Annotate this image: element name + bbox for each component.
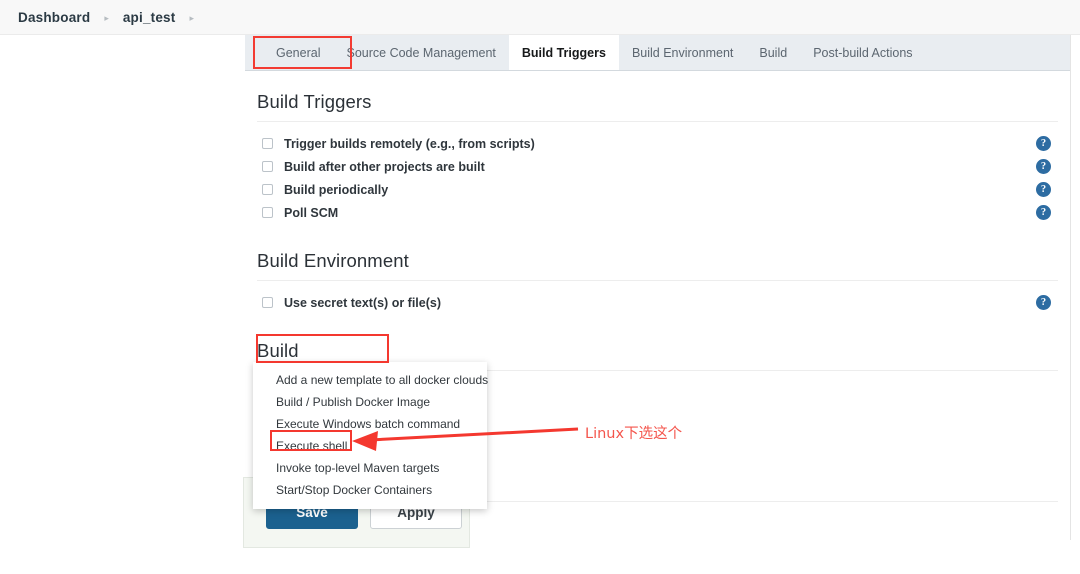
checkbox-row-use-secret-text-or-files[interactable]: Use secret text(s) or file(s) ? — [257, 291, 1058, 314]
dropdown-item-invoke-maven-targets[interactable]: Invoke top-level Maven targets — [253, 457, 487, 479]
checkbox-build-periodically[interactable] — [262, 184, 273, 195]
build-step-dropdown-menu[interactable]: Add a new template to all docker clouds … — [253, 362, 487, 509]
checkbox-trigger-builds-remotely[interactable] — [262, 138, 273, 149]
tab-build-triggers[interactable]: Build Triggers — [509, 35, 619, 70]
tab-build[interactable]: Build — [746, 35, 800, 70]
tab-build-environment[interactable]: Build Environment — [619, 35, 746, 70]
checkbox-build-after-other-projects[interactable] — [262, 161, 273, 172]
checkbox-label-use-secret-text-or-files: Use secret text(s) or file(s) — [284, 296, 441, 310]
annotation-note-linux: Linux下选这个 — [585, 422, 682, 443]
dropdown-item-start-stop-docker-containers[interactable]: Start/Stop Docker Containers — [253, 479, 487, 501]
checkbox-row-trigger-builds-remotely[interactable]: Trigger builds remotely (e.g., from scri… — [257, 132, 1058, 155]
checkbox-label-build-after-other-projects: Build after other projects are built — [284, 160, 485, 174]
breadcrumb-separator-icon: ▸ — [104, 14, 109, 23]
dropdown-item-execute-windows-batch-command[interactable]: Execute Windows batch command — [253, 413, 487, 435]
spacer-after-environment — [257, 314, 1058, 334]
checkbox-row-build-periodically[interactable]: Build periodically ? — [257, 178, 1058, 201]
dropdown-item-execute-shell[interactable]: Execute shell — [253, 435, 487, 457]
checkbox-row-build-after-other-projects[interactable]: Build after other projects are built ? — [257, 155, 1058, 178]
dropdown-item-add-docker-template[interactable]: Add a new template to all docker clouds — [253, 369, 487, 391]
dropdown-item-build-publish-docker-image[interactable]: Build / Publish Docker Image — [253, 391, 487, 413]
section-divider-build-triggers — [257, 121, 1058, 122]
tab-post-build-actions[interactable]: Post-build Actions — [800, 35, 925, 70]
checkbox-label-poll-scm: Poll SCM — [284, 206, 338, 220]
help-icon-use-secret-text-or-files[interactable]: ? — [1036, 295, 1051, 310]
checkbox-poll-scm[interactable] — [262, 207, 273, 218]
spacer-after-triggers — [257, 224, 1058, 244]
section-title-build-environment: Build Environment — [257, 250, 1058, 280]
breadcrumb-separator-icon-2: ▸ — [189, 14, 194, 23]
tab-source-code-management[interactable]: Source Code Management — [333, 35, 508, 70]
section-divider-build-environment — [257, 280, 1058, 281]
checkbox-label-trigger-builds-remotely: Trigger builds remotely (e.g., from scri… — [284, 137, 535, 151]
breadcrumb: Dashboard ▸ api_test ▸ — [0, 0, 1080, 35]
config-tab-strip: General Source Code Management Build Tri… — [245, 35, 1070, 71]
help-icon-build-periodically[interactable]: ? — [1036, 182, 1051, 197]
checkbox-row-poll-scm[interactable]: Poll SCM ? — [257, 201, 1058, 224]
checkbox-use-secret-text-or-files[interactable] — [262, 297, 273, 308]
section-title-build-triggers: Build Triggers — [257, 91, 1058, 121]
checkbox-label-build-periodically: Build periodically — [284, 183, 388, 197]
help-icon-trigger-builds-remotely[interactable]: ? — [1036, 136, 1051, 151]
help-icon-poll-scm[interactable]: ? — [1036, 205, 1051, 220]
breadcrumb-item-dashboard[interactable]: Dashboard — [18, 10, 90, 25]
tab-general[interactable]: General — [263, 35, 333, 70]
breadcrumb-item-api-test[interactable]: api_test — [123, 10, 176, 25]
help-icon-build-after-other-projects[interactable]: ? — [1036, 159, 1051, 174]
